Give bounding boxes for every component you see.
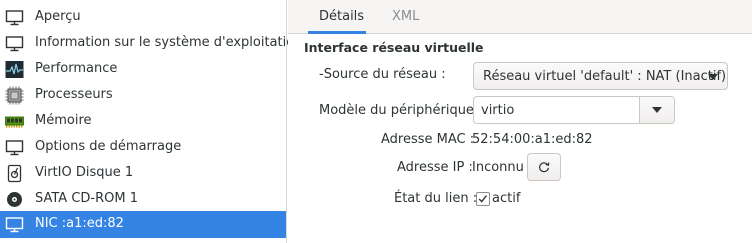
sidebar-item-nic[interactable]: NIC :a1:ed:82 xyxy=(0,211,286,238)
mac-address-value: 52:54:00:a1:ed:82 xyxy=(472,132,593,147)
tab-xml[interactable]: XML xyxy=(392,9,419,24)
network-source-value: Réseau virtuel 'default' : NAT (Inactif) xyxy=(483,69,727,84)
cdrom-icon xyxy=(7,192,22,207)
performance-graph-icon xyxy=(5,61,24,78)
sidebar-item-boot-options[interactable]: Options de démarrage xyxy=(0,134,286,160)
link-state-label: État du lien : xyxy=(394,191,478,206)
network-card-icon xyxy=(5,217,24,233)
sidebar-item-sata-cdrom[interactable]: SATA CD-ROM 1 xyxy=(0,186,286,212)
tab-details[interactable]: Détails xyxy=(319,9,364,24)
sidebar-item-label: SATA CD-ROM 1 xyxy=(35,191,138,206)
active-tab-indicator xyxy=(308,31,366,34)
hardware-sidebar: Aperçu Information sur le système d'expl… xyxy=(0,0,302,243)
network-source-label: -Source du réseau : xyxy=(319,67,446,82)
refresh-ip-button[interactable] xyxy=(527,153,561,181)
ip-address-label: Adresse IP : xyxy=(397,160,473,175)
ip-address-value: Inconnu xyxy=(472,160,524,175)
checkmark-icon xyxy=(478,195,487,203)
sidebar-item-os-information[interactable]: Information sur le système d'exploitatio… xyxy=(0,30,302,56)
device-model-value: virtio xyxy=(481,103,515,118)
monitor-icon xyxy=(5,10,24,26)
sidebar-item-overview[interactable]: Aperçu xyxy=(0,4,286,30)
mac-address-label: Adresse MAC : xyxy=(381,132,475,147)
chevron-down-icon xyxy=(652,107,662,113)
boot-options-icon xyxy=(5,140,24,156)
chevron-down-icon xyxy=(708,74,718,80)
details-pane: Détails XML Interface réseau virtuelle -… xyxy=(288,0,752,243)
refresh-icon xyxy=(539,162,550,173)
tab-bar: Détails XML xyxy=(288,0,752,34)
hard-disk-icon xyxy=(7,164,22,183)
cpu-chip-icon xyxy=(5,86,24,105)
sidebar-item-label: Processeurs xyxy=(35,87,113,102)
network-source-dropdown[interactable]: Réseau virtuel 'default' : NAT (Inactif) xyxy=(473,62,728,90)
sidebar-item-label: NIC :a1:ed:82 xyxy=(35,216,124,231)
sidebar-item-processors[interactable]: Processeurs xyxy=(0,82,286,108)
sidebar-item-label: Options de démarrage xyxy=(35,139,182,154)
device-model-dropdown-button[interactable] xyxy=(640,97,674,123)
device-model-combo[interactable]: virtio xyxy=(473,96,675,124)
sidebar-item-label: Information sur le système d'exploitatio… xyxy=(35,35,303,50)
sidebar-item-memory[interactable]: Mémoire xyxy=(0,108,286,134)
sidebar-item-label: Aperçu xyxy=(35,9,81,24)
device-model-label: Modèle du périphérique : xyxy=(319,103,483,118)
sidebar-item-performance[interactable]: Performance xyxy=(0,56,286,82)
sidebar-item-label: Mémoire xyxy=(35,113,92,128)
link-active-checkbox[interactable] xyxy=(476,192,490,206)
link-active-checkbox-label[interactable]: actif xyxy=(492,191,520,206)
memory-module-icon xyxy=(5,116,24,128)
section-title: Interface réseau virtuelle xyxy=(304,40,484,55)
monitor-icon xyxy=(5,36,24,52)
sidebar-item-label: Performance xyxy=(35,61,118,76)
sidebar-item-label: VirtIO Disque 1 xyxy=(35,165,134,180)
sidebar-item-virtio-disk[interactable]: VirtIO Disque 1 xyxy=(0,160,286,186)
